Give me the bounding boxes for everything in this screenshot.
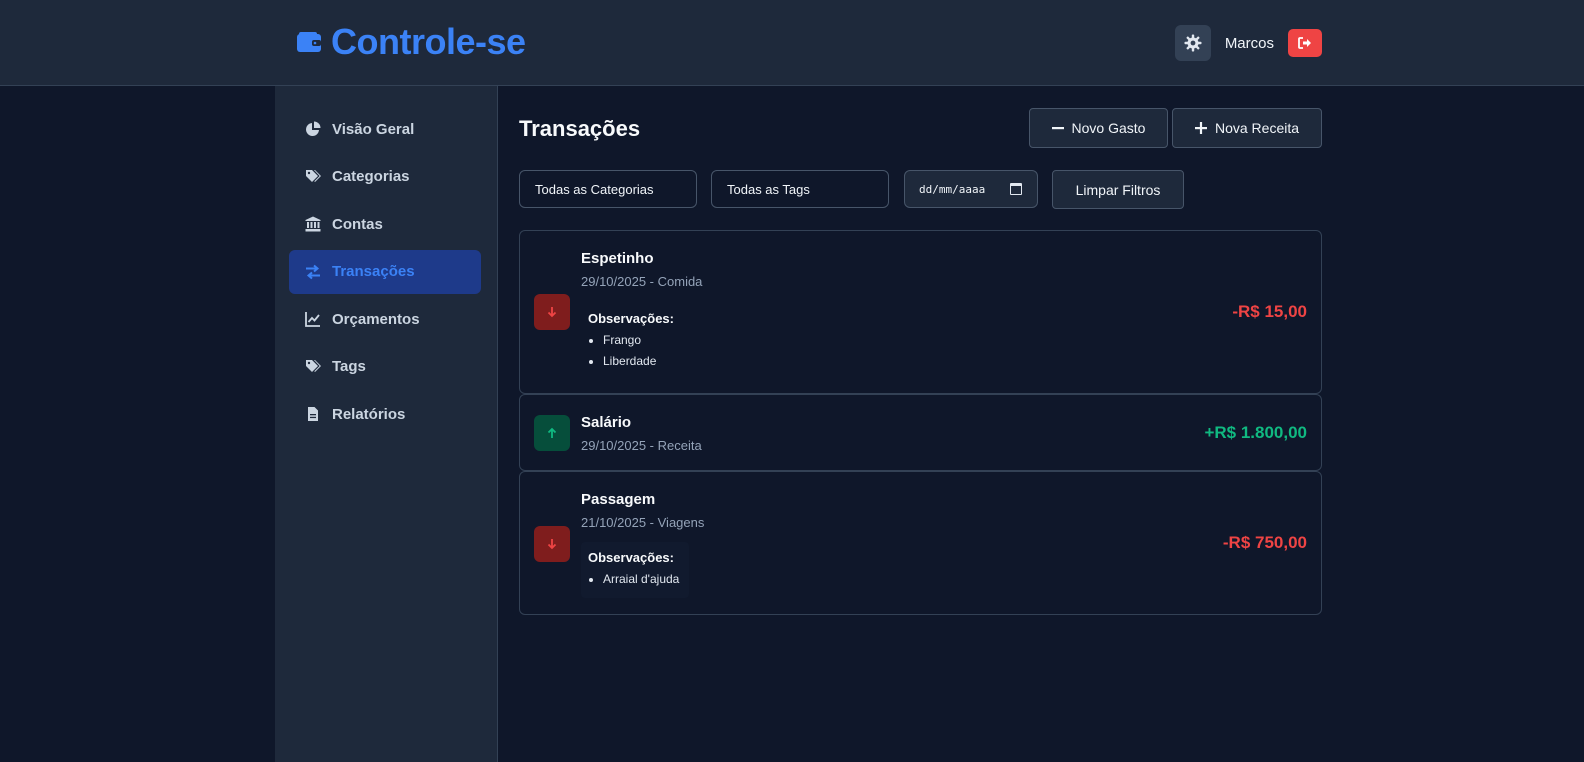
logout-icon <box>1298 37 1311 49</box>
note-item: Frango <box>603 330 674 351</box>
transaction-notes: Observações: Arraial d'ajuda <box>581 542 690 598</box>
header-actions: Marcos <box>1174 25 1322 61</box>
transaction-meta: 29/10/2025 - Receita <box>581 438 702 453</box>
new-expense-label: Novo Gasto <box>1071 120 1146 136</box>
transaction-amount: +R$ 1.800,00 <box>1204 423 1307 442</box>
calendar-icon[interactable] <box>1010 183 1022 195</box>
new-income-label: Nova Receita <box>1214 120 1300 136</box>
transaction-meta: 21/10/2025 - Viagens <box>581 515 705 530</box>
arrow-down-icon <box>547 539 557 550</box>
arrow-up-icon <box>547 427 557 438</box>
clear-filters-button[interactable]: Limpar Filtros <box>1052 170 1184 209</box>
expense-indicator <box>534 526 570 562</box>
note-item: Liberdade <box>603 351 674 372</box>
sidebar-item-categorias[interactable]: Categorias <box>289 155 481 199</box>
brand[interactable]: Controle-se <box>297 20 526 64</box>
sidebar: Visão Geral Categorias Contas Transações… <box>275 86 498 762</box>
gear-icon <box>1184 34 1202 52</box>
top-header: Controle-se Marcos <box>0 0 1584 86</box>
sidebar-item-label: Visão Geral <box>332 120 415 138</box>
transaction-amount: -R$ 750,00 <box>1222 533 1307 552</box>
transaction-amount: -R$ 15,00 <box>1232 302 1307 321</box>
transaction-name: Espetinho <box>581 250 654 267</box>
sidebar-item-label: Categorias <box>332 168 410 185</box>
sidebar-item-label: Tags <box>332 358 366 375</box>
arrow-down-icon <box>547 307 557 318</box>
transaction-notes: Observações: Frango Liberdade <box>581 303 684 380</box>
tags-icon <box>305 169 321 185</box>
title-row: Transações Novo Gasto Nova Receita <box>519 108 1322 148</box>
category-filter-select[interactable]: Todas as Categorias <box>519 170 697 208</box>
file-icon <box>305 406 321 422</box>
line-chart-icon <box>305 311 321 327</box>
transaction-item[interactable]: Espetinho 29/10/2025 - Comida Observaçõe… <box>519 230 1322 394</box>
date-placeholder: dd/mm/aaaa <box>919 182 986 196</box>
wallet-icon <box>297 32 321 52</box>
expense-indicator <box>534 294 570 330</box>
transaction-meta: 29/10/2025 - Comida <box>581 274 703 289</box>
sidebar-item-contas[interactable]: Contas <box>289 202 481 246</box>
sidebar-item-label: Orçamentos <box>332 310 420 328</box>
new-income-button[interactable]: Nova Receita <box>1172 108 1322 148</box>
page-title: Transações <box>519 116 641 141</box>
income-indicator <box>534 415 570 451</box>
sidebar-item-label: Contas <box>332 215 383 233</box>
user-name: Marcos <box>1224 34 1274 52</box>
note-item: Arraial d'ajuda <box>603 569 679 590</box>
exchange-icon <box>305 264 321 280</box>
date-filter-input[interactable]: dd/mm/aaaa <box>904 170 1038 208</box>
logout-button[interactable] <box>1288 29 1322 57</box>
transaction-name: Passagem <box>581 491 656 508</box>
transaction-item[interactable]: Salário 29/10/2025 - Receita +R$ 1.800,0… <box>519 394 1322 471</box>
notes-title: Observações: <box>588 311 674 326</box>
sidebar-item-tags[interactable]: Tags <box>289 345 481 389</box>
minus-icon <box>1051 127 1064 130</box>
sidebar-item-relatorios[interactable]: Relatórios <box>289 392 481 436</box>
settings-button[interactable] <box>1174 25 1211 61</box>
notes-title: Observações: <box>588 550 674 565</box>
plus-icon <box>1194 122 1207 134</box>
transaction-name: Salário <box>581 414 632 431</box>
notes-list: Arraial d'ajuda <box>588 569 679 590</box>
new-expense-button[interactable]: Novo Gasto <box>1029 108 1168 148</box>
tags-icon <box>305 359 321 375</box>
transaction-item[interactable]: Passagem 21/10/2025 - Viagens Observaçõe… <box>519 471 1322 615</box>
pie-chart-icon <box>305 121 321 137</box>
filters-row: Todas as Categorias Todas as Tags dd/mm/… <box>519 170 1322 209</box>
tag-filter-select[interactable]: Todas as Tags <box>711 170 889 208</box>
bank-icon <box>305 216 321 232</box>
sidebar-item-transacoes[interactable]: Transações <box>289 249 481 294</box>
notes-list: Frango Liberdade <box>588 330 674 372</box>
sidebar-item-orcamentos[interactable]: Orçamentos <box>289 297 481 341</box>
sidebar-item-visao-geral[interactable]: Visão Geral <box>289 107 481 151</box>
sidebar-item-label: Transações <box>332 263 415 280</box>
app-title: Controle-se <box>331 21 526 62</box>
sidebar-item-label: Relatórios <box>332 405 406 423</box>
